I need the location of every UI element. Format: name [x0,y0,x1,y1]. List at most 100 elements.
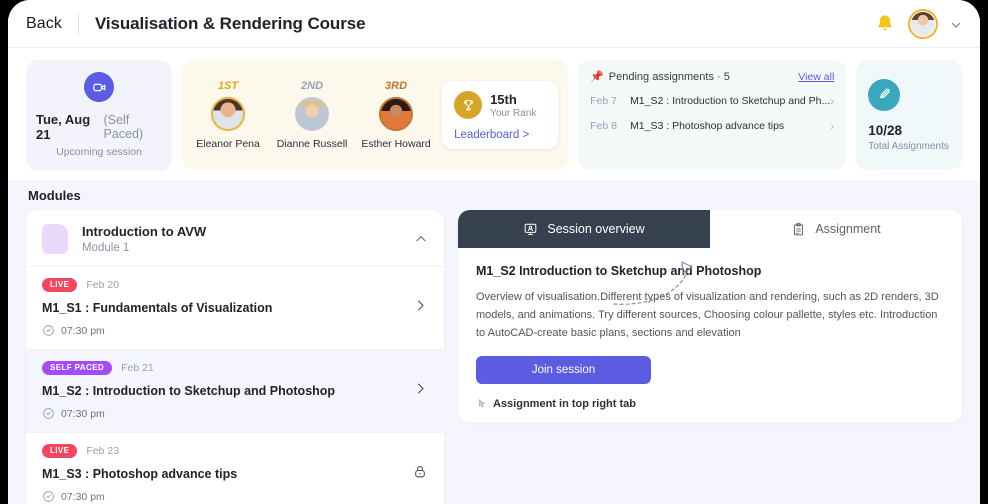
leaderboard-card: 1ST Eleanor Pena 2ND Dianne Russell 3RD … [182,60,569,170]
chevron-down-icon[interactable] [950,18,962,30]
app-window: Back Visualisation & Rendering Course Tu… [8,0,980,504]
winner-avatar [295,97,330,131]
session-date: Tue, Aug 21 [36,112,91,142]
trophy-icon [454,91,483,119]
chevron-right-icon[interactable] [413,298,428,318]
detail-tabs: Session overview Assignment [458,210,962,248]
modules-section-label: Modules [28,188,81,203]
lesson-time: 07:30 pm [61,490,105,503]
total-value: 10/28 [868,122,903,138]
clock-icon [43,325,54,336]
lesson-time-row: 07:30 pm [42,324,428,337]
rank-label: 3RD [385,80,408,92]
lesson-meta: LIVE Feb 23 [42,444,428,458]
chevron-right-icon[interactable] [413,381,428,401]
pending-title: Pending assignments · 5 [608,70,730,83]
total-assignments-card[interactable]: 10/28 Total Assignments [856,60,962,170]
content-panes: Introduction to AVW Module 1 LIVE Feb 20… [26,210,962,504]
lesson-item[interactable]: LIVE Feb 23 M1_S3 : Photoshop advance ti… [26,432,444,504]
winner-item[interactable]: 2ND Dianne Russell [270,80,354,150]
tab-assignment[interactable]: Assignment [710,210,962,248]
pending-row[interactable]: Feb 8 M1_S3 : Photoshop advance tips › [590,119,834,133]
winner-name: Eleanor Pena [196,138,260,150]
header-divider [77,12,79,35]
bell-icon[interactable] [874,13,896,35]
curved-arrow-icon [613,261,693,305]
pending-header: 📌 Pending assignments · 5 View all [590,70,834,84]
lesson-date: Feb 23 [86,445,120,457]
rank-value: 15th [490,91,517,107]
lesson-time: 07:30 pm [61,324,105,337]
pending-date: Feb 7 [590,95,617,107]
winner-name: Dianne Russell [276,138,348,150]
pushpin-icon: 📌 [590,71,604,83]
module-card: Introduction to AVW Module 1 LIVE Feb 20… [26,210,444,504]
avatar[interactable] [908,8,938,39]
pending-text: M1_S2 : Introduction to Sketchup and Ph.… [630,95,831,107]
pending-assignments-card: 📌 Pending assignments · 5 View all Feb 7… [578,60,847,170]
stats-strip: Tue, Aug 21 (Self Paced) Upcoming sessio… [8,48,980,180]
lesson-date: Feb 20 [86,279,120,291]
leaderboard-link[interactable]: Leaderboard > [454,129,548,141]
lesson-title: M1_S2 : Introduction to Sketchup and Pho… [42,384,336,398]
winner-avatar [211,97,246,131]
main-body: Modules Introduction to AVW Module 1 LIV… [8,180,980,504]
lesson-item[interactable]: LIVE Feb 20 M1_S1 : Fundamentals of Visu… [26,266,444,349]
lesson-item[interactable]: SELF PACED Feb 21 M1_S2 : Introduction t… [26,349,444,432]
lesson-title: M1_S1 : Fundamentals of Visualization [42,301,273,315]
rank-label: 1ST [217,80,239,92]
winner-avatar [379,97,414,131]
folder-icon [42,224,68,254]
avatar-image [911,11,935,36]
winner-item[interactable]: 3RD Esther Howard [354,80,438,150]
detail-content-wrap: M1_S2 Introduction to Sketchup and Photo… [458,248,962,422]
lesson-date: Feb 21 [121,362,154,374]
view-all-link[interactable]: View all [798,71,834,83]
chevron-right-icon: › [830,94,835,108]
status-badge: LIVE [42,278,78,292]
chevron-up-icon[interactable] [414,232,428,246]
winner-item[interactable]: 1ST Eleanor Pena [186,80,270,150]
header-actions [874,8,962,39]
presentation-icon [525,223,537,235]
lesson-time-row: 07:30 pm [42,490,428,503]
total-label: Total Assignments [868,140,949,152]
winner-name: Esther Howard [361,138,431,150]
cursor-icon [478,399,486,408]
lesson-time-row: 07:30 pm [42,407,428,420]
status-badge: LIVE [42,444,78,458]
join-session-button[interactable]: Join session [476,356,651,385]
module-header[interactable]: Introduction to AVW Module 1 [26,210,444,266]
clipboard-icon [794,222,804,235]
app-header: Back Visualisation & Rendering Course [8,0,980,48]
video-camera-icon [84,72,115,102]
your-rank-card[interactable]: 15th Your Rank Leaderboard > [442,81,559,149]
assignment-note: Assignment in top right tab [476,398,944,410]
module-title: Introduction to AVW [82,224,207,239]
tab-label: Session overview [547,222,645,236]
assignment-note-text: Assignment in top right tab [493,398,636,411]
pending-text: M1_S3 : Photoshop advance tips [630,120,785,132]
lesson-time: 07:30 pm [61,407,105,420]
module-subtitle: Module 1 [82,242,130,254]
clock-icon [43,408,54,419]
pending-row[interactable]: Feb 7 M1_S2 : Introduction to Sketchup a… [590,94,834,108]
lesson-meta: LIVE Feb 20 [42,278,428,292]
session-detail-card: Session overview Assignment M1_S2 Introd… [458,210,962,422]
lesson-meta: SELF PACED Feb 21 [42,361,428,375]
rank-label-text: Your Rank [490,107,537,119]
session-subtitle: Upcoming session [56,146,142,158]
lock-icon [412,464,428,485]
upcoming-session-card[interactable]: Tue, Aug 21 (Self Paced) Upcoming sessio… [26,60,173,170]
session-mode: (Self Paced) [103,113,144,141]
rank-row: 15th Your Rank [454,91,548,119]
pending-date: Feb 8 [590,120,617,132]
status-badge: SELF PACED [42,361,113,375]
tab-label: Assignment [815,222,881,236]
clock-icon [43,491,54,502]
lesson-title: M1_S3 : Photoshop advance tips [42,467,238,481]
page-title: Visualisation & Rendering Course [94,13,366,33]
rank-label: 2ND [301,80,324,92]
back-button[interactable]: Back [26,15,62,33]
tab-session-overview[interactable]: Session overview [458,210,710,248]
